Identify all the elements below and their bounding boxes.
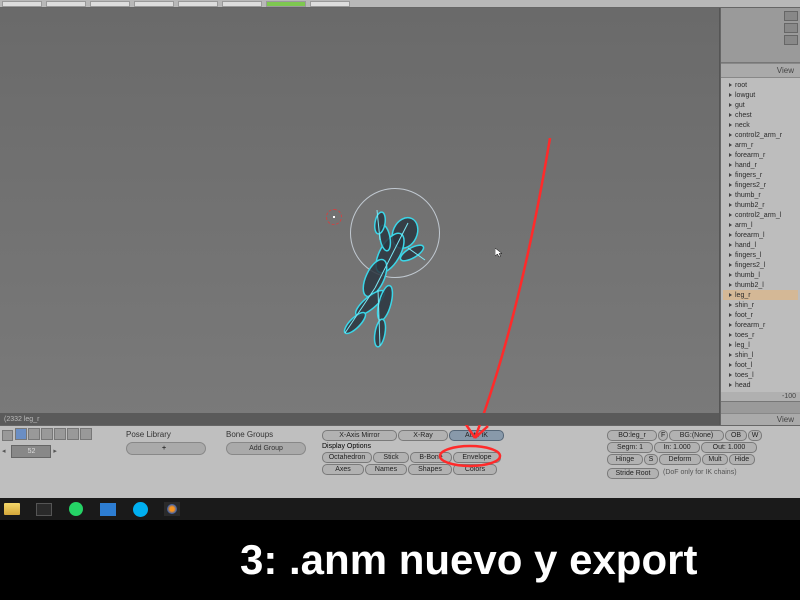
taskbar[interactable] — [0, 498, 800, 520]
add-pose-button[interactable]: + — [126, 442, 206, 455]
deform-toggle[interactable]: Deform — [659, 454, 701, 465]
file-explorer-icon[interactable] — [3, 501, 21, 517]
outliner-item[interactable]: toes_l — [723, 370, 798, 380]
3d-cursor-icon — [325, 208, 343, 226]
outliner-item[interactable]: fingers_r — [723, 170, 798, 180]
shading-mode-button[interactable] — [80, 428, 92, 440]
hide-toggle[interactable]: Hide — [729, 454, 755, 465]
dropdown-icon[interactable] — [2, 430, 13, 441]
outliner-item[interactable]: toes_r — [723, 330, 798, 340]
bone-name-field[interactable]: BO:leg_r — [607, 430, 657, 441]
envelope-button[interactable]: Envelope — [453, 452, 501, 463]
outliner-item[interactable]: leg_l — [723, 340, 798, 350]
mail-icon[interactable] — [99, 501, 117, 517]
shading-mode-button[interactable] — [54, 428, 66, 440]
blender-icon[interactable] — [163, 501, 181, 517]
dof-note: (DoF only for IK chains) — [660, 468, 740, 479]
octahedron-button[interactable]: Octahedron — [322, 452, 372, 463]
auto-ik-toggle[interactable]: Auto IK — [449, 430, 504, 441]
shading-mode-button[interactable] — [15, 428, 27, 440]
stick-button[interactable]: Stick — [373, 452, 409, 463]
outliner-item[interactable]: head — [723, 380, 798, 390]
video-caption: 3: .anm nuevo y export — [0, 520, 800, 600]
mult-toggle[interactable]: Mult — [702, 454, 728, 465]
f-button[interactable]: F — [658, 430, 668, 441]
3d-viewport[interactable]: (2332 leg_r — [0, 8, 720, 425]
outliner-item[interactable]: arm_r — [723, 140, 798, 150]
menu-bar[interactable] — [0, 0, 800, 8]
shading-mode-button[interactable] — [67, 428, 79, 440]
outliner-item[interactable]: thumb_r — [723, 190, 798, 200]
hinge-toggle[interactable]: Hinge — [607, 454, 643, 465]
pose-library-label: Pose Library — [126, 430, 214, 439]
panel-icon[interactable] — [784, 11, 798, 21]
buttons-window[interactable]: ◂ 52 ▸ Pose Library + Bone Groups Add Gr… — [0, 425, 800, 500]
out-field[interactable]: Out: 1.000 — [701, 442, 757, 453]
outliner-item[interactable]: chest — [723, 110, 798, 120]
outliner-item[interactable]: forearm_r — [723, 150, 798, 160]
outliner-item[interactable]: fingers2_l — [723, 260, 798, 270]
s-toggle[interactable]: S — [644, 454, 658, 465]
panel-header-view[interactable]: View — [721, 63, 800, 78]
outliner-item[interactable]: gut — [723, 100, 798, 110]
x-axis-mirror-toggle[interactable]: X-Axis Mirror — [322, 430, 397, 441]
outliner-item[interactable]: forearm_r — [723, 320, 798, 330]
bone-selection-ring — [350, 188, 440, 278]
shapes-toggle[interactable]: Shapes — [408, 464, 452, 475]
display-options-label: Display Options — [322, 443, 603, 450]
outliner-item[interactable]: neck — [723, 120, 798, 130]
outliner-item[interactable]: forearm_l — [723, 230, 798, 240]
viewport-footer: (2332 leg_r — [0, 413, 719, 425]
w-button[interactable]: W — [748, 430, 762, 441]
bone-group-field[interactable]: BG:(None) — [669, 430, 724, 441]
ob-button[interactable]: OB — [725, 430, 747, 441]
outliner-item[interactable]: hand_r — [723, 160, 798, 170]
properties-preview — [721, 8, 800, 63]
segm-field[interactable]: Segm: 1 — [607, 442, 653, 453]
axes-toggle[interactable]: Axes — [322, 464, 364, 475]
panel-icon[interactable] — [784, 23, 798, 33]
outliner-item[interactable]: lowgut — [723, 90, 798, 100]
outliner-item[interactable]: fingers2_r — [723, 180, 798, 190]
mouse-cursor-icon — [495, 245, 505, 255]
outliner-item[interactable]: thumb_l — [723, 270, 798, 280]
outliner-item[interactable]: control2_arm_l — [723, 210, 798, 220]
outliner-item[interactable]: thumb2_r — [723, 200, 798, 210]
in-field[interactable]: In: 1.000 — [654, 442, 700, 453]
outliner-item[interactable]: shin_r — [723, 300, 798, 310]
outliner-item[interactable]: foot_l — [723, 360, 798, 370]
add-group-button[interactable]: Add Group — [226, 442, 306, 455]
outliner-item[interactable]: fingers_l — [723, 250, 798, 260]
right-sidebar[interactable]: View rootlowgutgutchestneckcontrol2_arm_… — [720, 8, 800, 425]
frame-spinner[interactable]: 52 — [11, 445, 51, 458]
shading-mode-button[interactable] — [41, 428, 53, 440]
whatsapp-icon[interactable] — [67, 501, 85, 517]
outliner-item[interactable]: foot_r — [723, 310, 798, 320]
names-toggle[interactable]: Names — [365, 464, 407, 475]
outliner-item[interactable]: leg_r — [723, 290, 798, 300]
outliner-item[interactable]: thumb2_l — [723, 280, 798, 290]
outliner-item[interactable]: arm_l — [723, 220, 798, 230]
terminal-icon[interactable] — [35, 501, 53, 517]
outliner-item[interactable]: shin_l — [723, 350, 798, 360]
panel-icon[interactable] — [784, 35, 798, 45]
outliner-item[interactable]: control2_arm_r — [723, 130, 798, 140]
colors-toggle[interactable]: Colors — [453, 464, 497, 475]
stride-root-toggle[interactable]: Stride Root — [607, 468, 659, 479]
b-bone-button[interactable]: B-Bone — [410, 452, 452, 463]
bone-groups-label: Bone Groups — [226, 430, 314, 439]
viewport-status: (2332 leg_r — [4, 416, 39, 423]
outliner-scroll-value: -100 — [721, 392, 800, 401]
panel-header-view-2[interactable]: View — [721, 413, 800, 425]
outliner-item[interactable]: hand_l — [723, 240, 798, 250]
outliner-item[interactable]: root — [723, 80, 798, 90]
x-ray-toggle[interactable]: X-Ray — [398, 430, 448, 441]
shading-mode-button[interactable] — [28, 428, 40, 440]
skype-icon[interactable] — [131, 501, 149, 517]
outliner[interactable]: rootlowgutgutchestneckcontrol2_arm_rarm_… — [721, 78, 800, 392]
